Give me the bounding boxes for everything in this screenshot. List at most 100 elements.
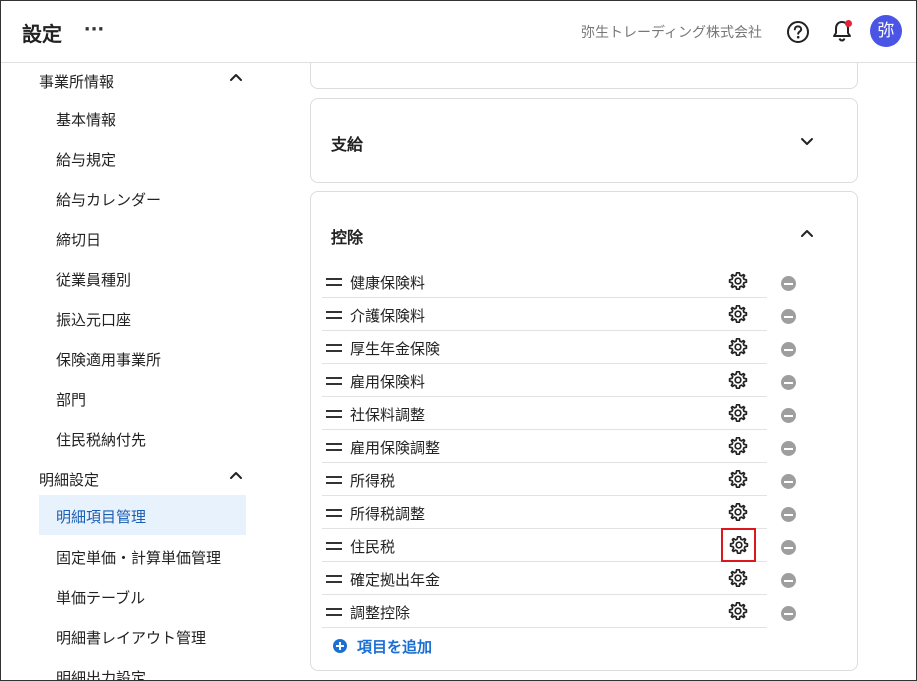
drag-handle-icon[interactable]: [326, 476, 342, 484]
deduction-item-name: 介護保険料: [350, 307, 426, 325]
chevron-up-icon: [230, 74, 242, 81]
gear-icon[interactable]: [728, 502, 748, 522]
remove-circle-icon[interactable]: [781, 375, 796, 390]
sidebar-item-label: 基本情報: [56, 111, 117, 129]
add-item-label: 項目を追加: [357, 638, 433, 656]
chevron-up-icon[interactable]: [798, 225, 816, 243]
deduction-item-row: 厚生年金保険: [322, 331, 796, 364]
drag-handle-icon[interactable]: [326, 311, 342, 319]
deduction-item-row: 住民税: [322, 528, 796, 562]
section-payments[interactable]: 支給: [310, 98, 858, 183]
sidebar-item-label: 振込元口座: [56, 311, 132, 329]
sidebar-item-employee-types[interactable]: 従業員種別: [39, 258, 246, 298]
gear-icon[interactable]: [728, 403, 748, 423]
section-deductions: 控除 健康保険料 介護保険料 厚生年金保険 雇用保険料 社保料調整 雇用保険調整 所得税 所得…: [310, 191, 858, 671]
deduction-item-name: 厚生年金保険: [350, 340, 441, 358]
sidebar-item-resident-tax-payee[interactable]: 住民税納付先: [39, 418, 246, 458]
drag-handle-icon[interactable]: [326, 542, 342, 550]
gear-icon[interactable]: [728, 436, 748, 456]
company-name: 弥生トレーディング株式会社: [581, 25, 763, 41]
sidebar-item-transfer-account[interactable]: 振込元口座: [39, 298, 246, 338]
deduction-item-row: 調整控除: [322, 595, 796, 628]
sidebar-item-closing-date[interactable]: 締切日: [39, 218, 246, 258]
remove-circle-icon[interactable]: [781, 540, 796, 555]
sidebar-item-label: 明細出力設定: [56, 669, 147, 681]
sidebar-item-label: 保険適用事業所: [56, 351, 162, 369]
remove-circle-icon[interactable]: [781, 507, 796, 522]
gear-icon[interactable]: [728, 337, 748, 357]
sidebar-item-label: 固定単価・計算単価管理: [56, 549, 222, 567]
remove-circle-icon[interactable]: [781, 408, 796, 423]
sidebar-item-label: 単価テーブル: [56, 589, 146, 607]
previous-section-card: [310, 63, 858, 89]
sidebar-item-label: 給与規定: [56, 151, 117, 169]
drag-handle-icon[interactable]: [326, 377, 342, 385]
deduction-item-row: 確定拠出年金: [322, 562, 796, 595]
deduction-item-name: 雇用保険調整: [350, 439, 441, 457]
more-options-button[interactable]: ···: [81, 15, 107, 45]
deduction-item-name: 雇用保険料: [350, 373, 426, 391]
gear-icon[interactable]: [728, 469, 748, 489]
deduction-item-row: 介護保険料: [322, 298, 796, 331]
sidebar-item-output-settings[interactable]: 明細出力設定: [39, 656, 246, 681]
chevron-up-icon: [230, 472, 242, 479]
main-content: 支給 控除 健康保険料 介護保険料 厚生年金保険 雇用保険料 社保料調整 雇用保険調整 所得…: [263, 63, 916, 680]
remove-circle-icon[interactable]: [781, 342, 796, 357]
page-title: 設定: [22, 22, 62, 46]
sidebar-item-basic-info[interactable]: 基本情報: [39, 98, 246, 138]
drag-handle-icon[interactable]: [326, 344, 342, 352]
sidebar-group-office-info[interactable]: 事業所情報: [1, 63, 261, 99]
notifications-button[interactable]: [829, 18, 855, 44]
deduction-item-name: 調整控除: [350, 604, 411, 622]
user-avatar[interactable]: 弥: [870, 15, 902, 47]
remove-circle-icon[interactable]: [781, 441, 796, 456]
section-title: 控除: [331, 228, 364, 247]
chevron-down-icon[interactable]: [798, 132, 816, 150]
sidebar-item-statement-items[interactable]: 明細項目管理: [39, 495, 246, 535]
deduction-item-name: 住民税: [350, 538, 396, 556]
sidebar-item-insured-office[interactable]: 保険適用事業所: [39, 338, 246, 378]
drag-handle-icon[interactable]: [326, 608, 342, 616]
notification-dot: [845, 20, 852, 27]
deduction-item-row: 所得税: [322, 463, 796, 496]
deduction-item-name: 所得税調整: [350, 505, 426, 523]
gear-icon[interactable]: [728, 601, 748, 621]
remove-circle-icon[interactable]: [781, 474, 796, 489]
sidebar-item-layout-management[interactable]: 明細書レイアウト管理: [39, 616, 246, 656]
sidebar-item-label: 締切日: [56, 231, 102, 249]
sidebar-item-salary-calendar[interactable]: 給与カレンダー: [39, 178, 246, 218]
sidebar-item-label: 給与カレンダー: [56, 191, 162, 209]
drag-handle-icon[interactable]: [326, 575, 342, 583]
sidebar-item-salary-rules[interactable]: 給与規定: [39, 138, 246, 178]
sidebar-item-label: 住民税納付先: [56, 431, 147, 449]
deduction-item-row: 健康保険料: [322, 265, 796, 298]
deduction-item-row: 雇用保険調整: [322, 430, 796, 463]
remove-circle-icon[interactable]: [781, 276, 796, 291]
gear-icon[interactable]: [721, 528, 756, 562]
deduction-item-name: 所得税: [350, 472, 396, 490]
sidebar-item-price-table[interactable]: 単価テーブル: [39, 576, 246, 616]
sidebar-item-label: 部門: [56, 391, 87, 409]
gear-icon[interactable]: [728, 568, 748, 588]
question-circle-icon: [787, 21, 809, 43]
sidebar-item-label: 明細項目管理: [56, 508, 147, 526]
gear-icon[interactable]: [728, 370, 748, 390]
sidebar-item-departments[interactable]: 部門: [39, 378, 246, 418]
sidebar-group-label: 事業所情報: [39, 73, 115, 91]
sidebar-group-statement-settings[interactable]: 明細設定: [1, 461, 261, 497]
remove-circle-icon[interactable]: [781, 606, 796, 621]
gear-icon[interactable]: [728, 304, 748, 324]
section-title: 支給: [331, 135, 364, 154]
sidebar-item-unit-prices[interactable]: 固定単価・計算単価管理: [39, 536, 246, 576]
drag-handle-icon[interactable]: [326, 509, 342, 517]
drag-handle-icon[interactable]: [326, 410, 342, 418]
gear-icon[interactable]: [728, 271, 748, 291]
remove-circle-icon[interactable]: [781, 309, 796, 324]
deduction-item-row: 雇用保険料: [322, 364, 796, 397]
drag-handle-icon[interactable]: [326, 278, 342, 286]
remove-circle-icon[interactable]: [781, 573, 796, 588]
plus-circle-icon: [333, 639, 347, 653]
help-button[interactable]: [785, 19, 811, 45]
drag-handle-icon[interactable]: [326, 443, 342, 451]
app-window: 設定 ··· 弥生トレーディング株式会社 弥 事業所情報 基本情報 給与規定 給…: [0, 0, 917, 681]
